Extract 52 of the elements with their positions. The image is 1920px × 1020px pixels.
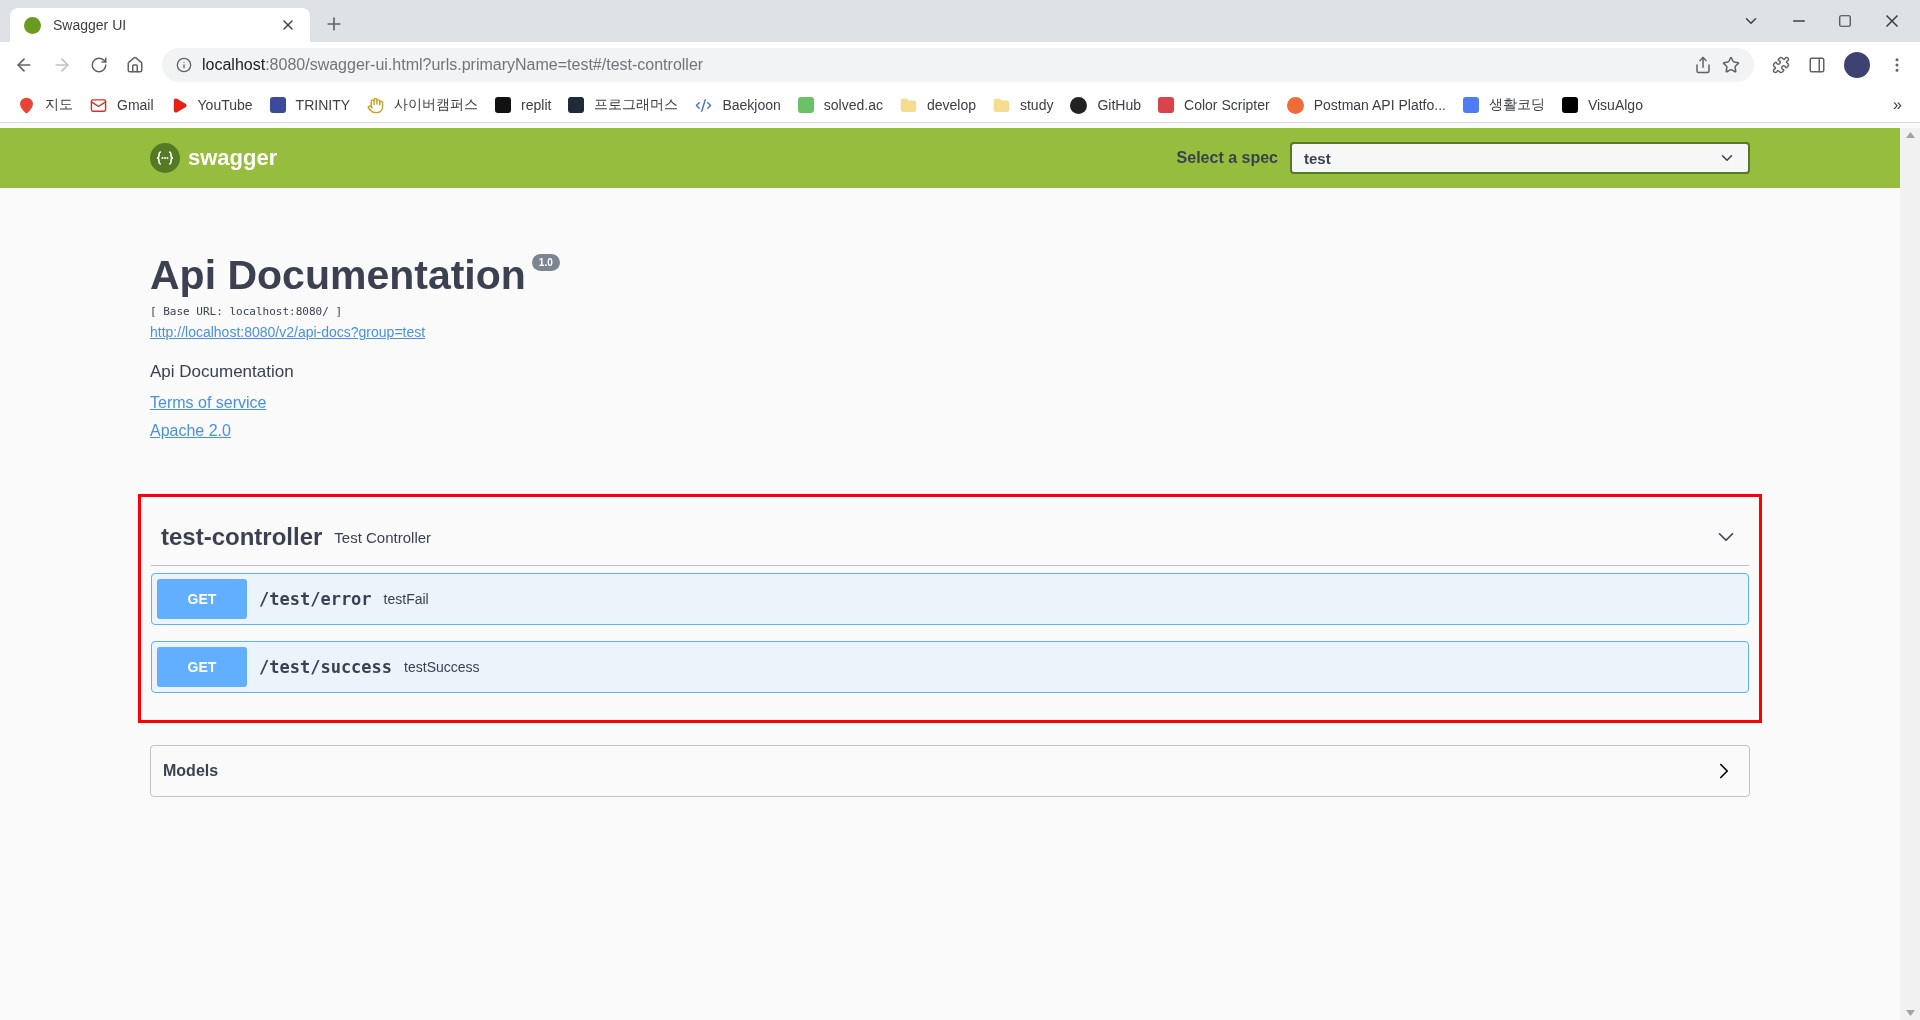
operation-row[interactable]: GET /test/error testFail xyxy=(151,573,1749,625)
bookmark-link[interactable]: 사이버캠퍼스 xyxy=(394,96,479,114)
spec-label: Select a spec xyxy=(1176,149,1278,167)
restore-icon[interactable] xyxy=(1838,14,1852,28)
method-badge: GET xyxy=(157,579,247,619)
url-text: localhost:8080/swagger-ui.html?urls.primaryName=test#/test-controller xyxy=(202,56,705,74)
method-badge: GET xyxy=(157,647,247,687)
operation-row[interactable]: GET /test/success testSuccess xyxy=(151,641,1749,693)
operation-path: /test/success xyxy=(259,657,393,677)
bookmark-link[interactable]: Baekjoon xyxy=(722,97,781,113)
bookmark-link[interactable]: develop xyxy=(926,97,976,113)
bookmark-link[interactable]: solved.ac xyxy=(823,97,883,113)
extensions-icon[interactable] xyxy=(1772,56,1790,74)
bookmark-link[interactable]: 지도 xyxy=(45,96,73,114)
bookmark-link[interactable]: TRINITY xyxy=(295,97,351,113)
info-icon xyxy=(176,57,192,73)
version-badge: 1.0 xyxy=(531,254,560,271)
favicon-icon xyxy=(24,16,41,34)
bookmark-link[interactable]: GitHub xyxy=(1097,97,1142,113)
bookmark-link[interactable]: study xyxy=(1020,97,1054,113)
reload-icon[interactable] xyxy=(90,56,108,74)
bookmark-link[interactable]: Postman API Platfo... xyxy=(1313,97,1446,113)
api-title: Api Documentation xyxy=(150,252,526,299)
address-bar[interactable]: localhost:8080/swagger-ui.html?urls.primaryName=test#/test-controller xyxy=(162,48,1754,82)
more-bookmarks-button[interactable]: » xyxy=(1893,96,1902,114)
tag-description: Test Controller xyxy=(334,528,432,546)
bookmark-link[interactable]: replit xyxy=(521,97,552,113)
logo-icon xyxy=(150,143,180,173)
base-url: [ Base URL: localhost:8080/ ] xyxy=(150,305,344,318)
profile-avatar[interactable] xyxy=(1844,52,1870,78)
side-panel-icon[interactable] xyxy=(1808,56,1826,74)
operation-path: /test/error xyxy=(259,589,372,609)
browser-tab[interactable]: Swagger UI xyxy=(10,8,310,42)
bookmark-link[interactable]: YouTube xyxy=(197,97,253,113)
bookmark-link[interactable]: Color Scripter xyxy=(1184,97,1270,113)
models-section[interactable]: Models xyxy=(150,745,1750,797)
tag-name: test-controller xyxy=(161,523,323,551)
bookmark-link[interactable]: 프로그래머스 xyxy=(594,96,679,114)
operation-summary: testFail xyxy=(383,591,429,607)
share-icon[interactable] xyxy=(1694,56,1712,74)
bookmark-link[interactable]: Gmail xyxy=(117,97,154,113)
home-icon[interactable] xyxy=(126,56,144,74)
tab-title: Swagger UI xyxy=(53,17,128,33)
star-icon[interactable] xyxy=(1722,56,1740,74)
bookmark-link[interactable]: VisuAlgo xyxy=(1587,97,1643,113)
spec-select[interactable]: test xyxy=(1290,142,1750,174)
tag-header[interactable]: test-controller Test Controller xyxy=(151,507,1749,566)
brand-name: swagger xyxy=(188,145,278,171)
operation-summary: testSuccess xyxy=(404,659,480,675)
bookmark-link[interactable]: 생활코딩 xyxy=(1488,96,1545,114)
api-description: Api Documentation xyxy=(150,362,295,382)
models-title: Models xyxy=(163,762,219,780)
